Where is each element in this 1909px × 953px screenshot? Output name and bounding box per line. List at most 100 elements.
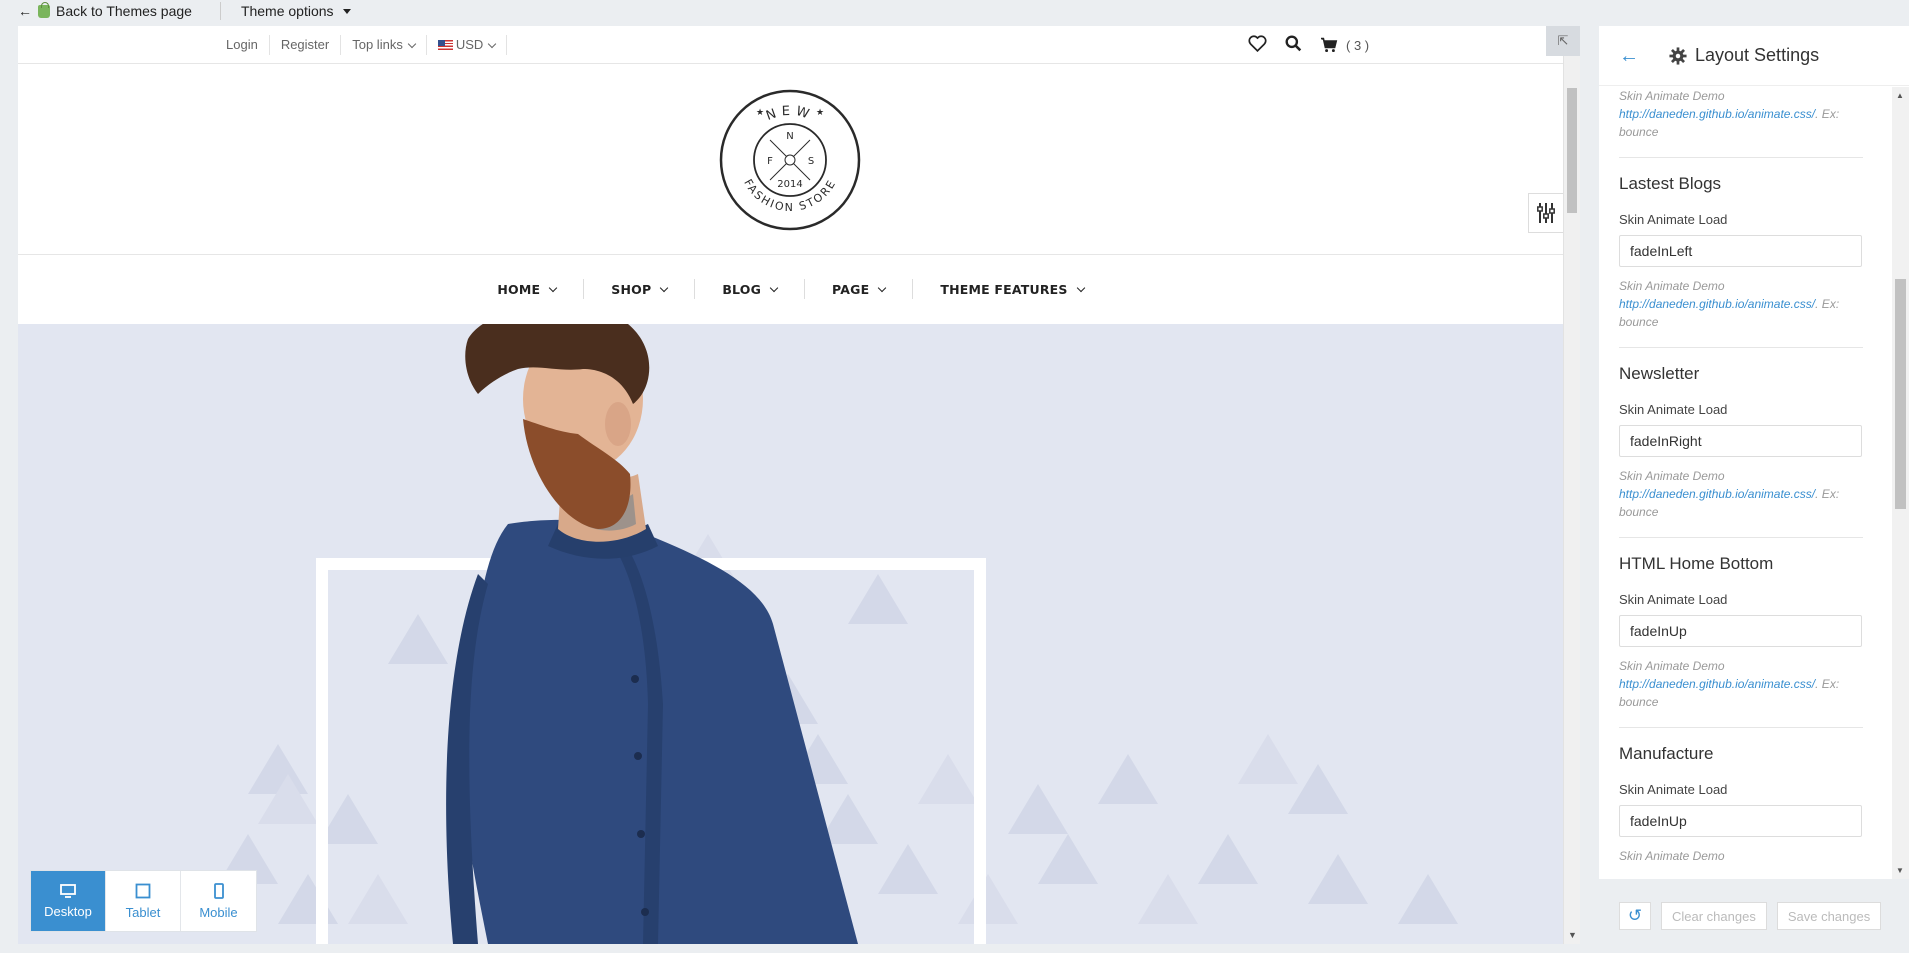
svg-text:NEW: NEW xyxy=(764,104,815,124)
clear-changes-button[interactable]: Clear changes xyxy=(1661,902,1767,930)
nav-shop[interactable]: SHOP xyxy=(584,279,696,299)
top-links-dropdown[interactable]: Top links xyxy=(341,35,427,55)
panel-title: Layout Settings xyxy=(1695,45,1820,65)
nav-label: HOME xyxy=(497,281,541,297)
animate-demo-link[interactable]: http://daneden.github.io/animate.css/ xyxy=(1619,297,1815,311)
admin-topbar: ← Back to Themes page Theme options xyxy=(0,0,1909,22)
theme-options-label: Theme options xyxy=(240,3,334,19)
theme-preview-frame: Login Register Top links USD (3) NEW F… xyxy=(18,26,1580,944)
logo-n: N xyxy=(786,131,793,142)
chevron-down-icon xyxy=(1076,283,1085,292)
skin-animate-load-input[interactable] xyxy=(1619,425,1862,457)
section-title: Lastest Blogs xyxy=(1619,174,1722,193)
tablet-label: Tablet xyxy=(125,904,161,920)
top-links-label: Top links xyxy=(352,37,403,52)
desktop-view-button[interactable]: Desktop xyxy=(31,871,106,931)
panel-header: ← Layout Settings xyxy=(1599,26,1909,86)
animate-demo-note: Skin Animate Demo http://daneden.github.… xyxy=(1619,467,1863,521)
tablet-icon xyxy=(135,883,151,898)
mobile-view-button[interactable]: Mobile xyxy=(181,871,256,931)
main-navigation: HOME SHOP BLOG PAGE THEME FEATURES xyxy=(18,257,1563,321)
field-label: Skin Animate Load xyxy=(1619,402,1728,417)
chevron-down-icon xyxy=(407,39,417,48)
hero-banner xyxy=(18,324,1563,944)
nav-label: BLOG xyxy=(722,281,762,297)
desktop-label: Desktop xyxy=(44,903,92,919)
save-changes-button[interactable]: Save changes xyxy=(1776,902,1882,930)
field-label: Skin Animate Load xyxy=(1619,592,1728,607)
search-icon[interactable] xyxy=(1285,35,1302,55)
mobile-icon xyxy=(213,882,224,899)
mobile-label: Mobile xyxy=(199,904,238,920)
logo-f: F xyxy=(767,156,773,167)
animate-demo-link[interactable]: http://daneden.github.io/animate.css/ xyxy=(1619,107,1815,121)
undo-icon: ↺ xyxy=(1627,906,1643,925)
animate-demo-note: Skin Animate Demo xyxy=(1619,847,1863,865)
caret-down-icon xyxy=(342,8,351,14)
panel-scroll-area: Skin Animate Demo http://daneden.github.… xyxy=(1599,87,1909,879)
settings-panel: ← Layout Settings Skin Animate Demo http… xyxy=(1599,26,1909,953)
logo-year: 2014 xyxy=(777,179,802,190)
skin-animate-load-input[interactable] xyxy=(1619,615,1862,647)
section-title: Manufacture xyxy=(1619,744,1714,763)
preview-scrollbar[interactable]: ▼ xyxy=(1563,26,1580,944)
chevron-down-icon xyxy=(769,283,779,292)
nav-blog[interactable]: BLOG xyxy=(695,279,806,299)
currency-dropdown[interactable]: USD xyxy=(427,35,508,55)
note-label: Skin Animate Demo xyxy=(1619,469,1725,483)
section-lastest-blogs: Lastest Blogs Skin Animate Load Skin Ani… xyxy=(1619,157,1863,331)
chevron-down-icon xyxy=(660,283,669,292)
back-to-themes-link[interactable]: ← Back to Themes page xyxy=(0,0,202,22)
store-logo[interactable]: NEW FASHION STORE ★ ★ N F S 2014 xyxy=(719,89,861,231)
nav-home[interactable]: HOME xyxy=(470,279,585,299)
wishlist-heart-icon[interactable] xyxy=(1248,35,1267,55)
skin-animate-load-input[interactable] xyxy=(1619,805,1862,837)
section-html-home-bottom: HTML Home Bottom Skin Animate Load Skin … xyxy=(1619,537,1863,711)
device-preview-switcher: Desktop Tablet Mobile xyxy=(30,870,257,932)
note-label: Skin Animate Demo xyxy=(1619,659,1725,673)
scrollbar-thumb[interactable] xyxy=(1567,88,1577,213)
expand-preview-icon[interactable]: ⇱ xyxy=(1546,26,1580,56)
section-title: HTML Home Bottom xyxy=(1619,554,1774,573)
login-link[interactable]: Login xyxy=(215,35,270,55)
logo-new-text: NEW xyxy=(764,104,810,124)
scroll-down-arrow-icon[interactable]: ▼ xyxy=(1568,930,1577,940)
store-top-bar: Login Register Top links USD (3) xyxy=(18,26,1563,64)
gear-icon xyxy=(1669,46,1687,65)
scrollbar-thumb[interactable] xyxy=(1895,279,1906,509)
field-label: Skin Animate Load xyxy=(1619,782,1728,797)
topbar-divider xyxy=(219,2,221,20)
section-title: Newsletter xyxy=(1619,364,1700,383)
panel-footer: ↺ Clear changes Save changes xyxy=(1599,879,1909,953)
svg-text:★: ★ xyxy=(816,107,824,117)
nav-label: PAGE xyxy=(832,281,870,297)
panel-back-arrow-icon[interactable]: ← xyxy=(1619,46,1639,66)
note-label: Skin Animate Demo xyxy=(1619,279,1725,293)
hero-image xyxy=(218,324,1458,944)
arrow-left-icon: ← xyxy=(18,3,32,19)
us-flag-icon xyxy=(437,40,453,50)
top-links-group: Login Register Top links USD xyxy=(215,26,508,64)
tablet-view-button[interactable]: Tablet xyxy=(106,871,181,931)
chevron-down-icon xyxy=(878,283,887,292)
scroll-down-arrow-icon[interactable]: ▼ xyxy=(1896,866,1904,875)
undo-button[interactable]: ↺ xyxy=(1619,902,1651,930)
field-label: Skin Animate Load xyxy=(1619,212,1728,227)
nav-page[interactable]: PAGE xyxy=(805,279,914,299)
animate-demo-note: Skin Animate Demo http://daneden.github.… xyxy=(1619,657,1863,711)
animate-demo-link[interactable]: http://daneden.github.io/animate.css/ xyxy=(1619,487,1815,501)
theme-customizer-toggle[interactable] xyxy=(1528,193,1563,233)
panel-scrollbar[interactable]: ▲ ▼ xyxy=(1892,87,1909,879)
currency-label: USD xyxy=(455,37,484,52)
chevron-down-icon xyxy=(488,39,497,48)
theme-options-menu[interactable]: Theme options xyxy=(239,0,361,22)
nav-theme-features[interactable]: THEME FEATURES xyxy=(913,279,1110,299)
animate-demo-link[interactable]: http://daneden.github.io/animate.css/ xyxy=(1619,677,1815,691)
register-link[interactable]: Register xyxy=(270,35,342,55)
desktop-icon xyxy=(60,883,76,898)
skin-animate-load-input[interactable] xyxy=(1619,235,1862,267)
section-manufacture: Manufacture Skin Animate Load Skin Anima… xyxy=(1619,727,1863,865)
cart-link[interactable]: ( 3 ) xyxy=(1320,37,1369,53)
scroll-up-arrow-icon[interactable]: ▲ xyxy=(1896,91,1904,100)
section-newsletter: Newsletter Skin Animate Load Skin Animat… xyxy=(1619,347,1863,521)
